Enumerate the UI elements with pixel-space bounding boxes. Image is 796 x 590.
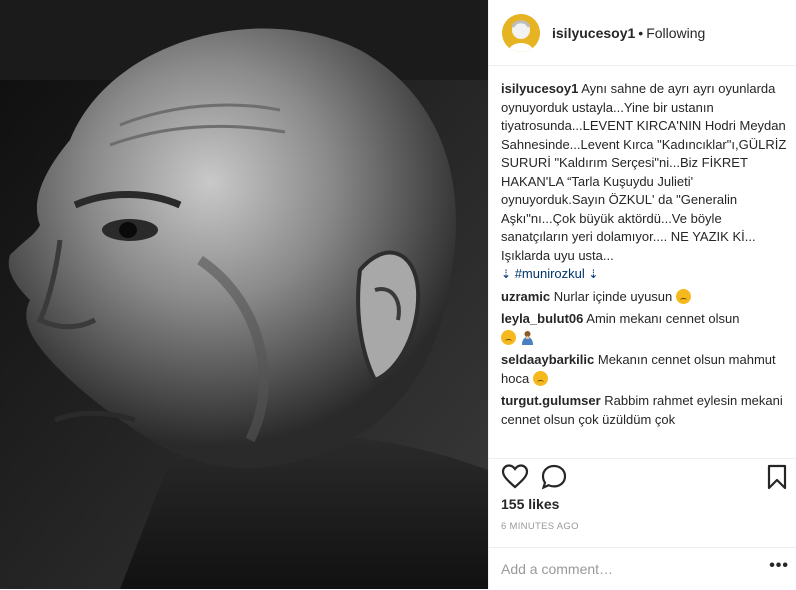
comment-username[interactable]: seldaaybarkilic: [501, 352, 594, 367]
more-dots-icon[interactable]: •••: [769, 557, 789, 575]
post-photo[interactable]: [0, 0, 488, 589]
header-separator: •: [638, 24, 644, 41]
hashtag-link[interactable]: #munirozkul: [515, 266, 585, 281]
comment-item: seldaaybarkilic Mekanın cennet olsun mah…: [501, 351, 787, 388]
following-button[interactable]: Following: [646, 25, 705, 41]
portrait-image: [0, 0, 488, 589]
add-comment-input[interactable]: [501, 560, 751, 578]
comments-list[interactable]: isilyucesoy1 Aynı sahne de ayrı ayrı oyu…: [489, 66, 796, 458]
header-text: isilyucesoy1 • Following: [552, 25, 705, 41]
down-arrow-icon: ⇣: [588, 267, 599, 281]
comment-username[interactable]: uzramic: [501, 289, 550, 304]
comment-item: leyla_bulut06 Amin mekanı cennet olsun: [501, 310, 787, 347]
add-comment-bar: •••: [489, 547, 796, 590]
pray-emoji-icon: [521, 330, 533, 345]
comment-text: Amin mekanı cennet olsun: [586, 311, 740, 326]
likes-count[interactable]: 155 likes: [501, 496, 559, 512]
sad-face-emoji-icon: [532, 370, 548, 386]
comment-text: Nurlar içinde uyusun: [553, 288, 673, 304]
comment-item: turgut.gulumser Rabbim rahmet eylesin me…: [501, 392, 787, 429]
post-side-panel: isilyucesoy1 • Following isilyucesoy1 Aynı…: [488, 0, 796, 589]
action-icons: [501, 463, 791, 495]
avatar[interactable]: [502, 13, 540, 52]
comment-username[interactable]: turgut.gulumser: [501, 393, 601, 408]
comment-item: uzramic Nurlar içinde uyusun: [501, 288, 787, 307]
post-header: isilyucesoy1 • Following: [489, 0, 796, 66]
heart-icon[interactable]: [501, 463, 529, 491]
bookmark-icon[interactable]: [763, 463, 791, 491]
down-arrow-icon: ⇣: [501, 267, 512, 281]
caption-text: Aynı sahne de ayrı ayrı oyunlarda oynuyo…: [501, 81, 787, 263]
comment-bubble-icon[interactable]: [540, 463, 568, 491]
caption: isilyucesoy1 Aynı sahne de ayrı ayrı oyu…: [501, 80, 787, 284]
hashtag-line: ⇣ #munirozkul ⇣: [501, 265, 787, 284]
caption-username[interactable]: isilyucesoy1: [501, 81, 578, 96]
sad-face-emoji-icon: [675, 288, 691, 304]
post-timestamp[interactable]: 6 MINUTES AGO: [501, 521, 579, 532]
comment-username[interactable]: leyla_bulut06: [501, 311, 583, 326]
post-actions: 155 likes 6 MINUTES AGO •••: [489, 458, 796, 589]
sad-face-emoji-icon: [501, 329, 516, 345]
header-username[interactable]: isilyucesoy1: [552, 25, 635, 41]
